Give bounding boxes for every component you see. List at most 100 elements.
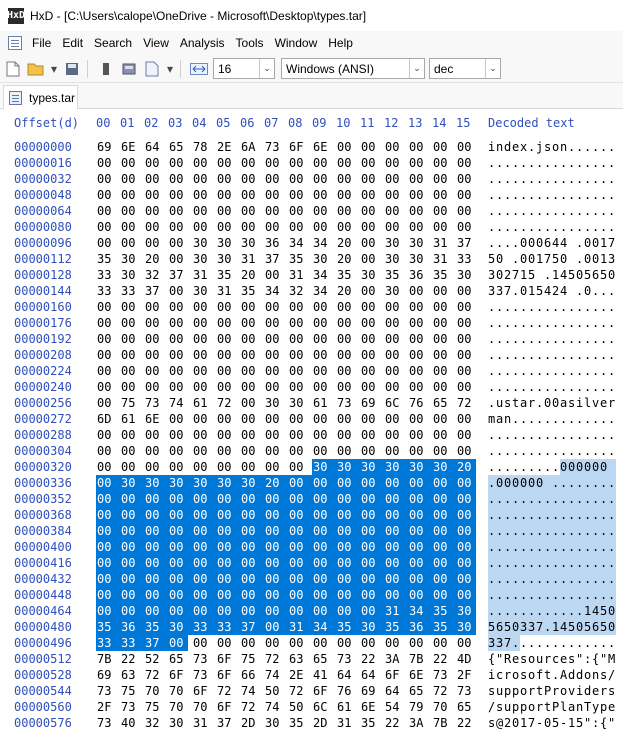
hex-byte[interactable]: 00 bbox=[96, 443, 120, 459]
hex-byte[interactable]: 20 bbox=[336, 251, 360, 267]
hex-byte[interactable]: 00 bbox=[456, 443, 480, 459]
hex-byte[interactable]: 00 bbox=[288, 555, 312, 571]
hex-byte[interactable]: 00 bbox=[168, 299, 192, 315]
hex-byte[interactable]: 00 bbox=[264, 331, 288, 347]
hex-byte[interactable]: 2E bbox=[216, 139, 240, 155]
hex-byte[interactable]: 00 bbox=[384, 363, 408, 379]
hex-byte[interactable]: 00 bbox=[336, 603, 360, 619]
hex-byte[interactable]: 00 bbox=[264, 603, 288, 619]
hex-byte[interactable]: 00 bbox=[408, 283, 432, 299]
hex-byte[interactable]: 00 bbox=[336, 315, 360, 331]
hex-byte[interactable]: 6E bbox=[408, 667, 432, 683]
hex-byte[interactable]: 00 bbox=[360, 507, 384, 523]
hex-byte[interactable]: 00 bbox=[384, 635, 408, 651]
hex-byte[interactable]: 00 bbox=[120, 219, 144, 235]
hex-byte[interactable]: 00 bbox=[408, 299, 432, 315]
hex-byte[interactable]: 30 bbox=[144, 475, 168, 491]
hex-byte[interactable]: 00 bbox=[408, 523, 432, 539]
hex-byte[interactable]: 00 bbox=[144, 235, 168, 251]
hex-row[interactable]: 00000576 73 40 32 30 31 37 2D 30 35 2D 31 35 22 3A 7B 22… bbox=[0, 715, 623, 731]
hex-byte[interactable]: 00 bbox=[408, 475, 432, 491]
decoded-text[interactable]: 5650337.14505650 bbox=[488, 619, 616, 635]
hex-byte[interactable]: 00 bbox=[360, 171, 384, 187]
hex-byte[interactable]: 00 bbox=[240, 427, 264, 443]
hex-byte[interactable]: 00 bbox=[360, 347, 384, 363]
hex-byte[interactable]: 00 bbox=[288, 363, 312, 379]
hex-row[interactable]: 00000112 35 30 20 00 30 30 31 37 35 30 20 00 30 30 31 33… bbox=[0, 251, 623, 267]
hex-byte[interactable]: 6E bbox=[360, 699, 384, 715]
hex-byte[interactable]: 72 bbox=[288, 683, 312, 699]
hex-byte[interactable]: 35 bbox=[336, 619, 360, 635]
hex-byte[interactable]: 00 bbox=[312, 555, 336, 571]
hex-byte[interactable]: 69 bbox=[96, 139, 120, 155]
hex-byte[interactable]: 00 bbox=[264, 347, 288, 363]
hex-byte[interactable]: 00 bbox=[312, 523, 336, 539]
hex-row[interactable]: 00000336 00 30 30 30 30 30 30 20 00 00 00 00 00 00 00 00… bbox=[0, 475, 623, 491]
hex-row[interactable]: 00000080 00 00 00 00 00 00 00 00 00 00 00 00 00 00 00 00… bbox=[0, 219, 623, 235]
hex-byte[interactable]: 00 bbox=[432, 427, 456, 443]
hex-byte[interactable]: 00 bbox=[456, 411, 480, 427]
menu-view[interactable]: View bbox=[139, 36, 176, 50]
hex-byte[interactable]: 31 bbox=[240, 251, 264, 267]
hex-byte[interactable]: 74 bbox=[168, 395, 192, 411]
hex-byte[interactable]: 6E bbox=[312, 139, 336, 155]
hex-byte[interactable]: 00 bbox=[336, 539, 360, 555]
hex-byte[interactable]: 00 bbox=[168, 331, 192, 347]
hex-byte[interactable]: 00 bbox=[192, 331, 216, 347]
hex-byte[interactable]: 00 bbox=[408, 507, 432, 523]
hex-byte[interactable]: 69 bbox=[360, 683, 384, 699]
hex-byte[interactable]: 73 bbox=[120, 699, 144, 715]
hex-byte[interactable]: 3A bbox=[384, 651, 408, 667]
hex-byte[interactable]: 00 bbox=[408, 171, 432, 187]
hex-byte[interactable]: 30 bbox=[360, 619, 384, 635]
hex-byte[interactable]: 22 bbox=[384, 715, 408, 731]
hex-byte[interactable]: 00 bbox=[408, 139, 432, 155]
hex-byte[interactable]: 72 bbox=[240, 699, 264, 715]
hex-byte[interactable]: 00 bbox=[120, 299, 144, 315]
hex-byte[interactable]: 00 bbox=[336, 347, 360, 363]
hex-row[interactable]: 00000128 33 30 32 37 31 35 20 00 31 34 35 30 35 36 35 30… bbox=[0, 267, 623, 283]
hex-byte[interactable]: 00 bbox=[168, 507, 192, 523]
hex-byte[interactable]: 00 bbox=[408, 379, 432, 395]
hex-row[interactable]: 00000192 00 00 00 00 00 00 00 00 00 00 00 00 00 00 00 00… bbox=[0, 331, 623, 347]
hex-byte[interactable]: 30 bbox=[216, 251, 240, 267]
hex-row[interactable]: 00000048 00 00 00 00 00 00 00 00 00 00 00 00 00 00 00 00… bbox=[0, 187, 623, 203]
hex-byte[interactable]: 00 bbox=[456, 347, 480, 363]
hex-byte[interactable]: 00 bbox=[264, 299, 288, 315]
hex-byte[interactable]: 00 bbox=[144, 219, 168, 235]
hex-byte[interactable]: 35 bbox=[96, 619, 120, 635]
chevron-down-icon[interactable]: ⌄ bbox=[259, 59, 274, 78]
hex-row[interactable]: 00000144 33 33 37 00 30 31 35 34 32 34 20 00 30 00 00 00… bbox=[0, 283, 623, 299]
hex-byte[interactable]: 31 bbox=[288, 619, 312, 635]
hex-byte[interactable]: 00 bbox=[168, 555, 192, 571]
hex-byte[interactable]: 00 bbox=[168, 203, 192, 219]
disk-editor-icon[interactable] bbox=[119, 59, 139, 79]
hex-byte[interactable]: 00 bbox=[312, 475, 336, 491]
hex-byte[interactable]: 35 bbox=[384, 619, 408, 635]
decoded-text[interactable]: ................ bbox=[488, 347, 616, 363]
hex-byte[interactable]: 70 bbox=[144, 683, 168, 699]
hex-byte[interactable]: 2F bbox=[456, 667, 480, 683]
hex-byte[interactable]: 00 bbox=[120, 235, 144, 251]
hex-byte[interactable]: 63 bbox=[120, 667, 144, 683]
hex-byte[interactable]: 30 bbox=[408, 459, 432, 475]
hex-byte[interactable]: 00 bbox=[336, 203, 360, 219]
hex-byte[interactable]: 00 bbox=[312, 443, 336, 459]
decoded-text[interactable]: ................ bbox=[488, 555, 616, 571]
hex-byte[interactable]: 00 bbox=[312, 155, 336, 171]
bytes-per-row-select[interactable]: 16 ⌄ bbox=[213, 58, 275, 79]
hex-byte[interactable]: 00 bbox=[432, 443, 456, 459]
decoded-text[interactable]: man............. bbox=[488, 411, 616, 427]
hex-byte[interactable]: 30 bbox=[288, 395, 312, 411]
hex-byte[interactable]: 00 bbox=[264, 203, 288, 219]
hex-byte[interactable]: 30 bbox=[120, 475, 144, 491]
hex-byte[interactable]: 00 bbox=[384, 299, 408, 315]
hex-byte[interactable]: 72 bbox=[264, 651, 288, 667]
decoded-text[interactable]: 337............. bbox=[488, 635, 616, 651]
hex-byte[interactable]: 00 bbox=[168, 635, 188, 651]
hex-byte[interactable]: 00 bbox=[120, 555, 144, 571]
hex-byte[interactable]: 00 bbox=[456, 523, 476, 539]
hex-byte[interactable]: 00 bbox=[264, 267, 288, 283]
hex-byte[interactable]: 72 bbox=[432, 683, 456, 699]
hex-byte[interactable]: 00 bbox=[240, 523, 264, 539]
